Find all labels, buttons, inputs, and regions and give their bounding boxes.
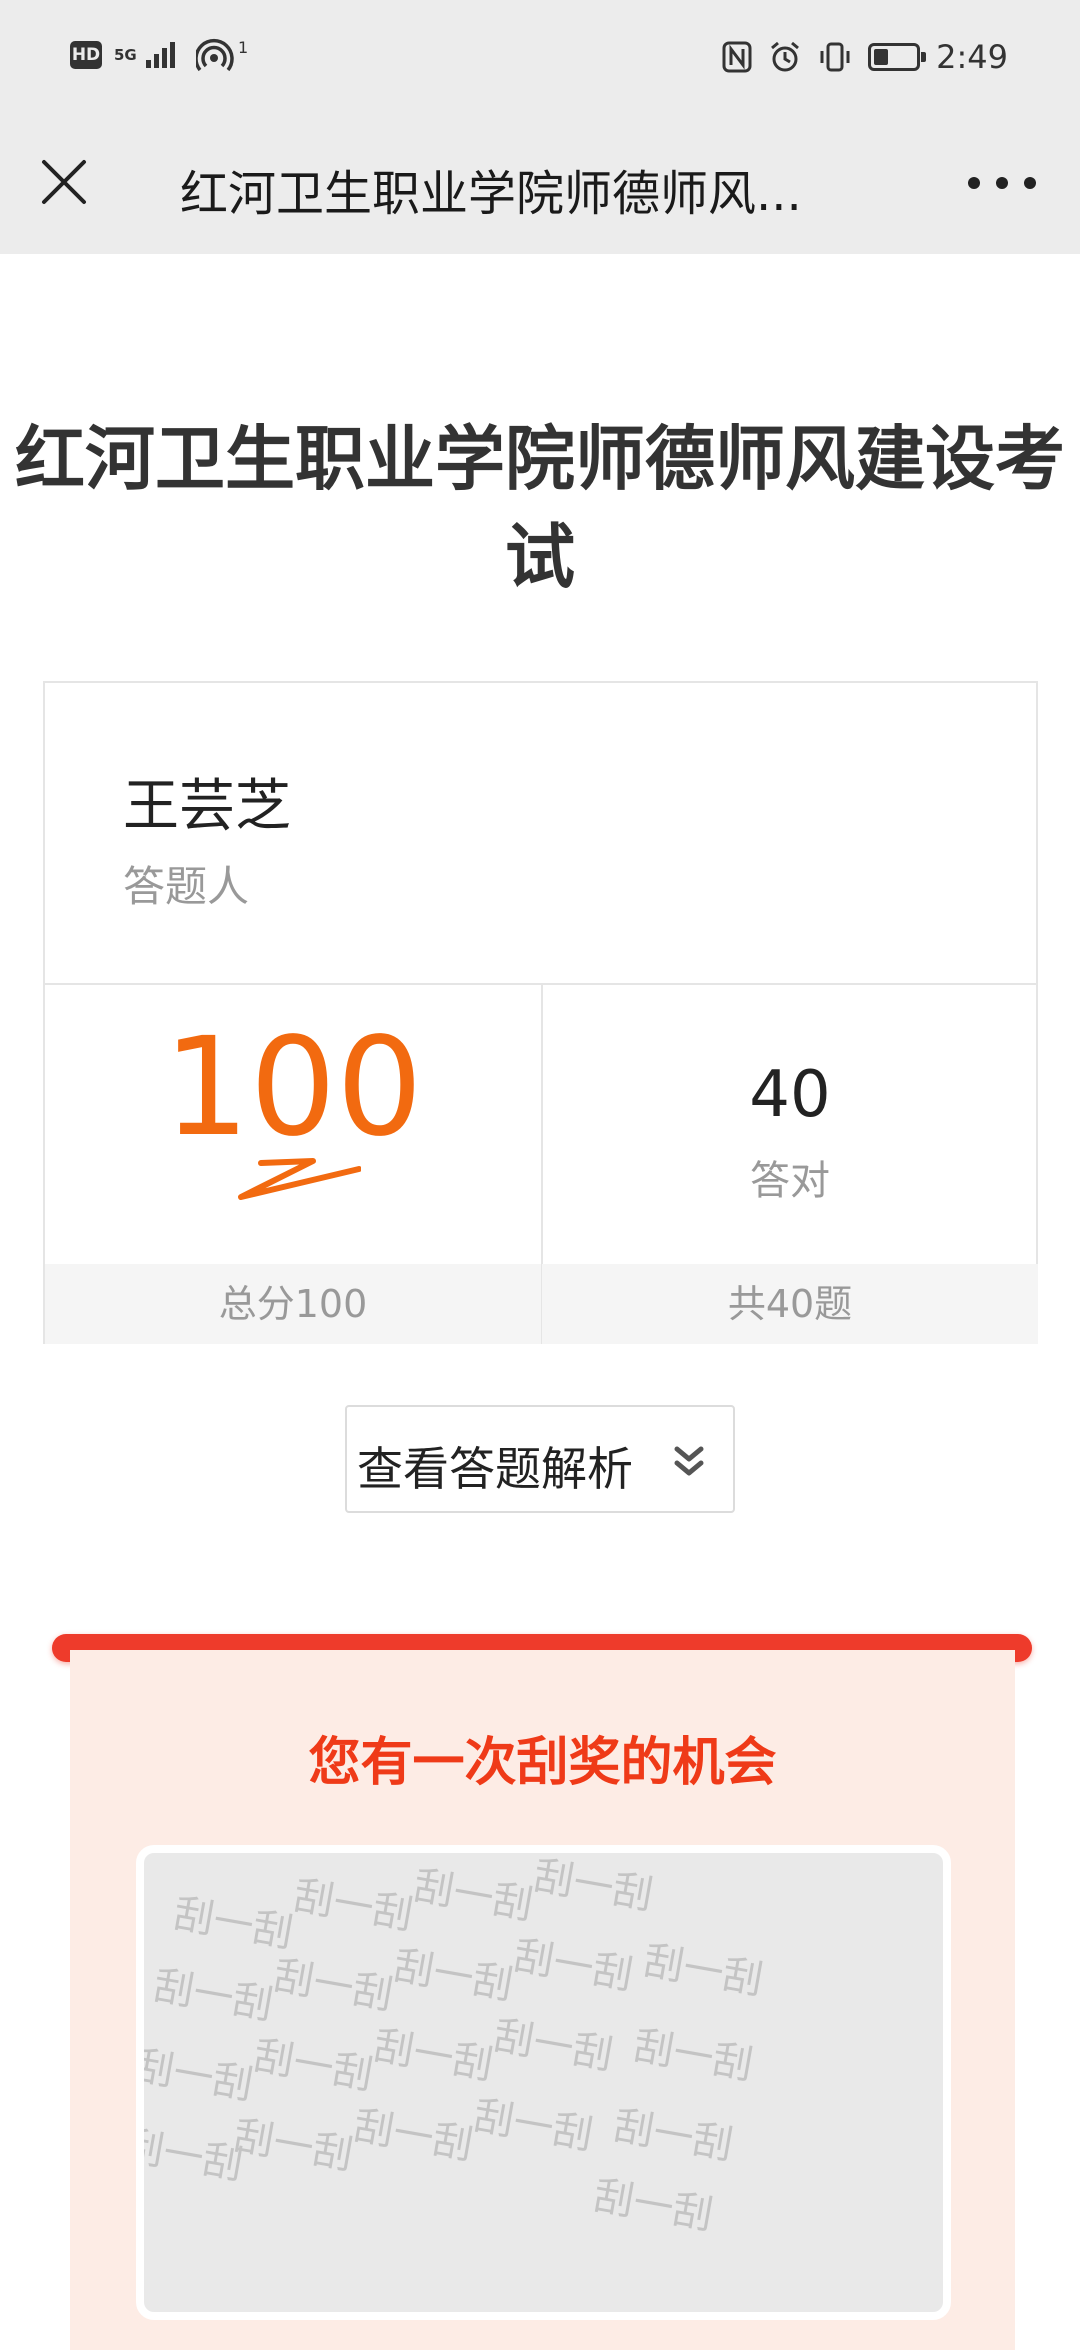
hotspot-icon (196, 39, 234, 72)
status-left: HD 5G 1 (70, 38, 248, 72)
status-right: 2:49 (722, 38, 1008, 76)
close-icon[interactable] (38, 156, 90, 208)
double-chevron-down-icon (674, 1446, 704, 1476)
hd-badge: HD (70, 41, 102, 69)
view-analysis-button[interactable]: 查看答题解析 (345, 1405, 735, 1513)
scratch-watermark: 刮一刮 (136, 2042, 257, 2110)
scratch-watermark: 刮一刮 (250, 2032, 377, 2100)
signal-icon (146, 42, 175, 68)
view-analysis-label: 查看答题解析 (357, 1442, 633, 1496)
scratch-panel: 您有一次刮奖的机会 刮一刮 刮一刮 刮一刮 刮一刮 刮一刮 刮一刮 刮一刮 刮一刮 刮一刮 刮一刮… (70, 1650, 1015, 2350)
respondent-label: 答题人 (123, 862, 250, 911)
more-icon[interactable] (964, 168, 1040, 198)
scratch-watermark: 刮一刮 (270, 1952, 397, 2020)
alarm-icon (771, 41, 800, 72)
result-card: 王芸芝 答题人 100 总分100 40 答对 共40题 (43, 681, 1038, 1344)
exam-title: 红河卫生职业学院师德师风建设考试 (15, 418, 1065, 598)
scratch-watermark: 刮一刮 (350, 2102, 477, 2170)
correct-cell: 40 答对 共40题 (542, 983, 1038, 1344)
scratch-watermark: 刮一刮 (370, 2022, 497, 2090)
score-underline-icon (238, 1158, 361, 1200)
scratch-watermark: 刮一刮 (590, 2172, 717, 2240)
respondent-name: 王芸芝 (123, 774, 291, 839)
nav-title: 红河卫生职业学院师德师风... (180, 166, 802, 222)
status-bar: HD 5G 1 2:49 (0, 0, 1080, 118)
battery-level (874, 49, 889, 65)
hotspot-badge: 1 (238, 37, 249, 57)
scratch-watermark: 刮一刮 (290, 1872, 417, 1940)
total-questions: 共40题 (542, 1264, 1038, 1344)
scratch-watermark: 刮一刮 (630, 2022, 757, 2090)
scratch-title: 您有一次刮奖的机会 (308, 1733, 777, 1793)
score-value: 100 (163, 1009, 423, 1167)
scratch-watermark: 刮一刮 (530, 1852, 657, 1920)
scratch-watermark: 刮一刮 (610, 2102, 737, 2170)
scratch-card[interactable]: 刮一刮 刮一刮 刮一刮 刮一刮 刮一刮 刮一刮 刮一刮 刮一刮 刮一刮 刮一刮 刮一刮 刮一刮 刮一刮刮… (136, 1845, 951, 2320)
correct-count: 40 (749, 1058, 831, 1132)
scratch-watermark: 刮一刮 (490, 2012, 617, 2080)
scratch-watermark: 刮一刮 (150, 1962, 277, 2030)
respondent-section: 王芸芝 答题人 (45, 683, 1036, 985)
scratch-watermark: 刮一刮 (410, 1862, 537, 1930)
nav-bar: 红河卫生职业学院师德师风... (0, 118, 1080, 254)
battery-icon (868, 43, 927, 71)
status-time: 2:49 (936, 38, 1008, 76)
scratch-watermark: 刮一刮 (510, 1932, 637, 2000)
score-total: 总分100 (45, 1264, 541, 1344)
scratch-watermark: 刮一刮 (390, 1942, 517, 2010)
scratch-watermark: 刮一刮 (230, 2112, 357, 2180)
scratch-watermark: 刮一刮 (640, 1937, 767, 2005)
score-cell: 100 总分100 (45, 983, 543, 1344)
nfc-icon (722, 41, 752, 73)
scratch-watermark: 刮一刮 (470, 2092, 597, 2160)
correct-label: 答对 (750, 1158, 830, 1204)
network-type: 5G (114, 45, 137, 64)
vibrate-icon (820, 42, 850, 72)
